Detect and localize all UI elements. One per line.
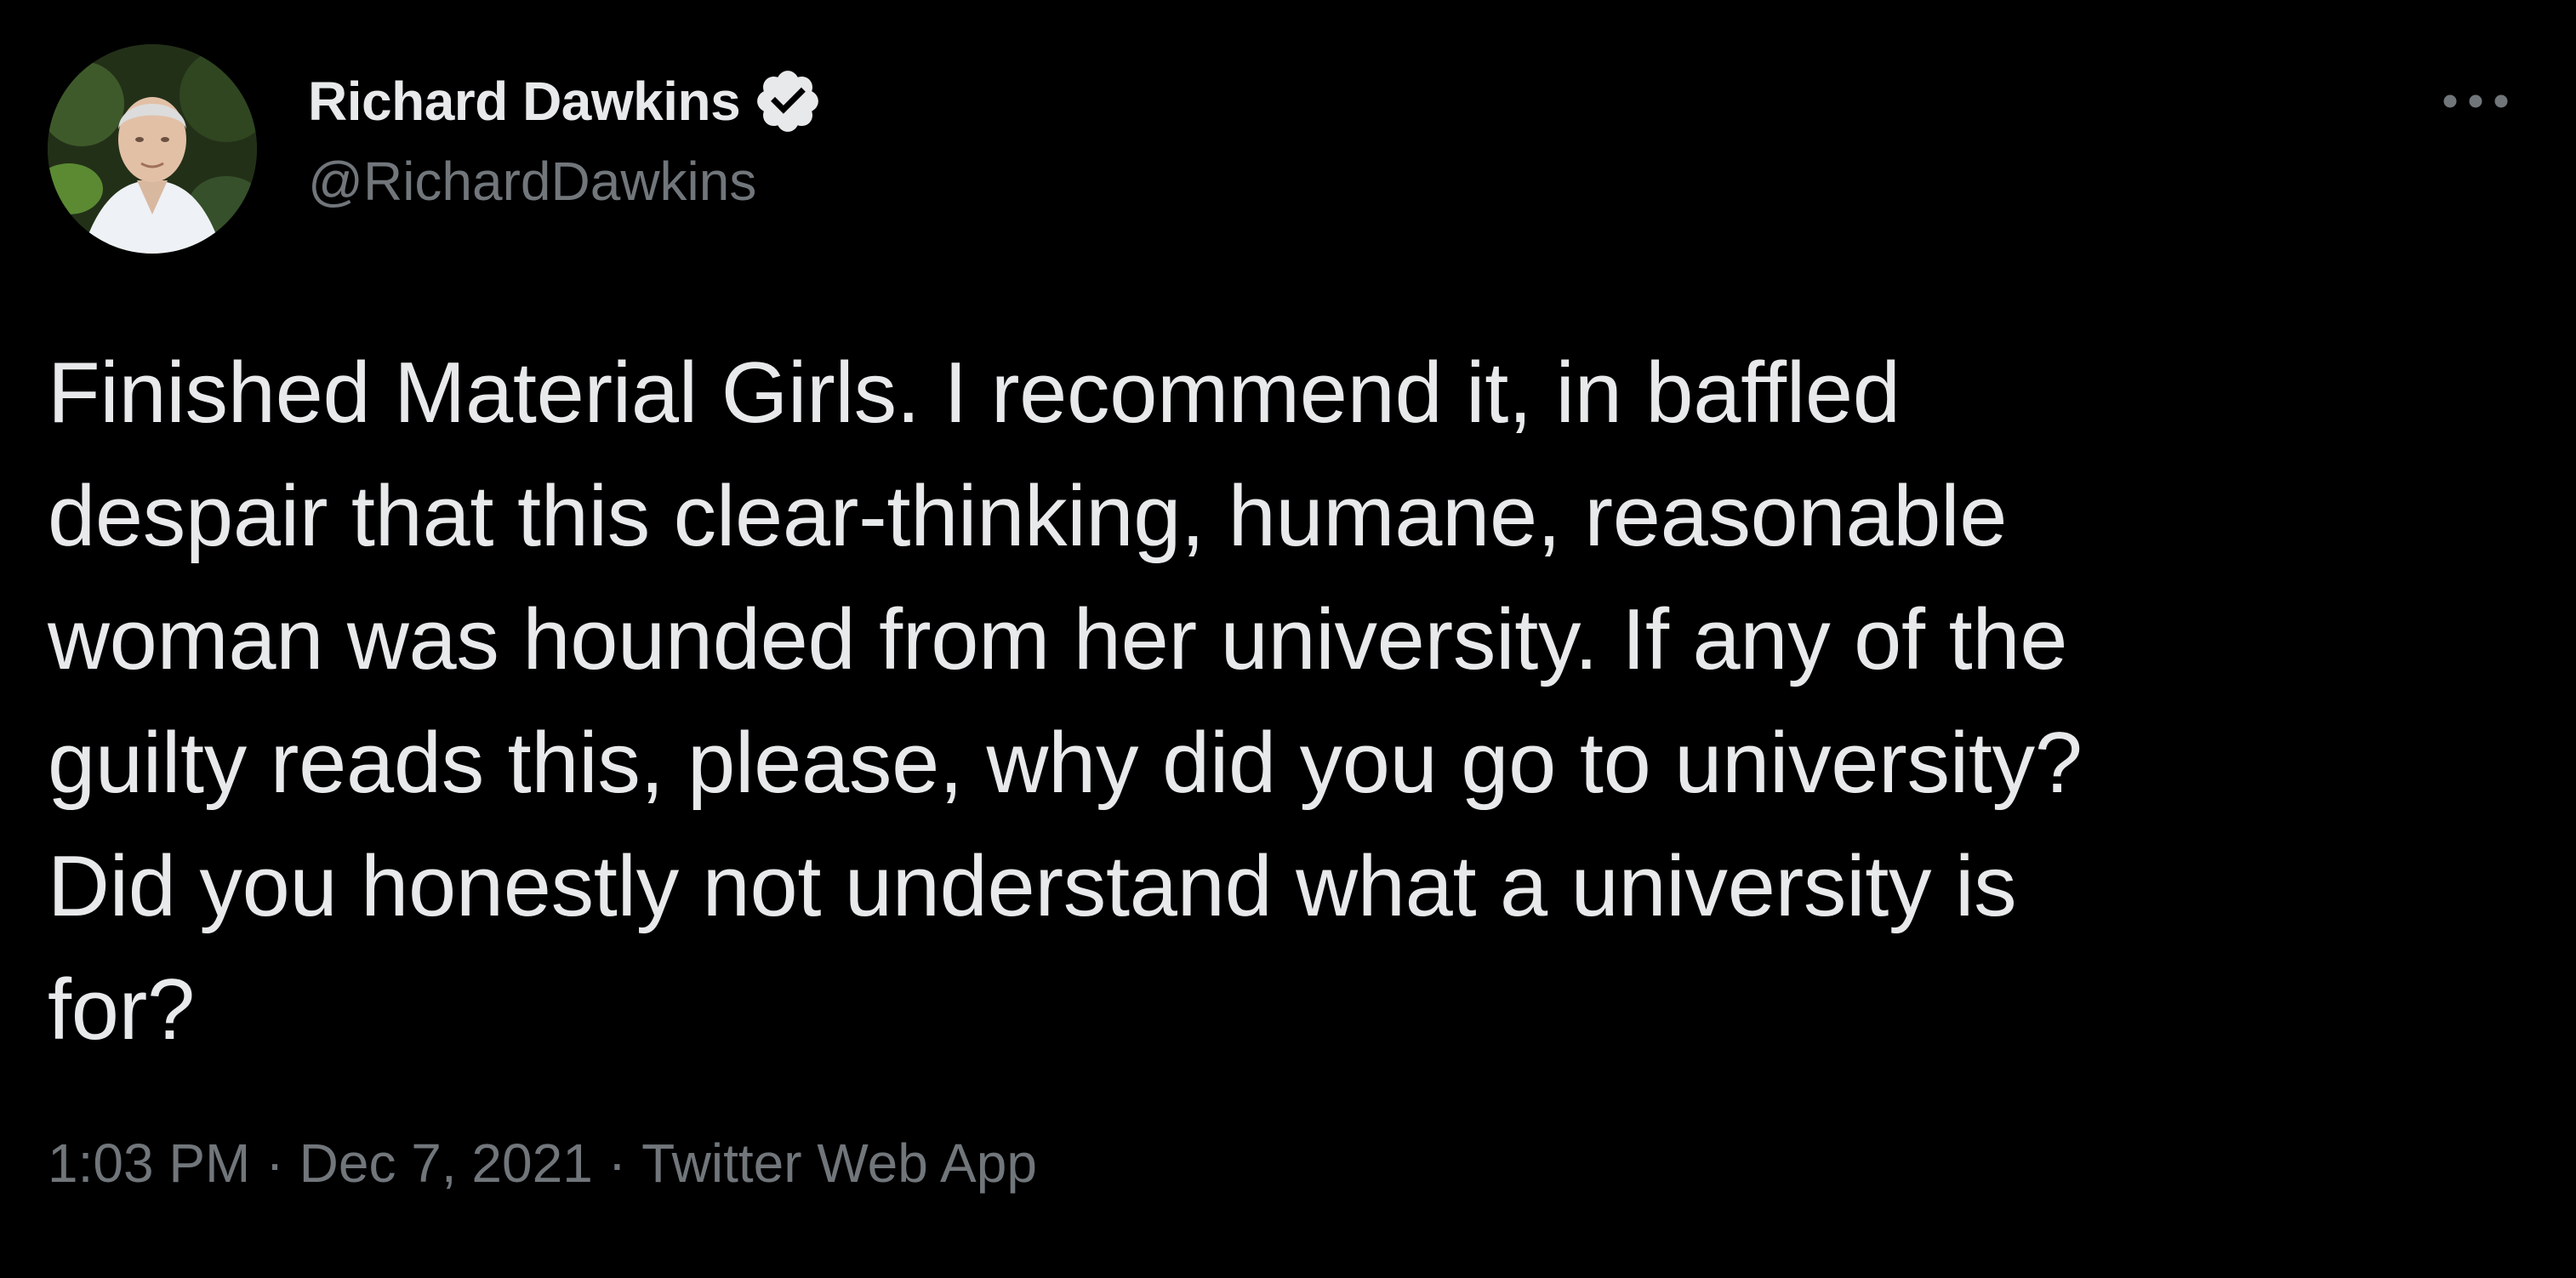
- avatar-photo-icon: [48, 44, 257, 254]
- more-options-icon: [2443, 94, 2508, 108]
- meta-separator: ·: [607, 1133, 627, 1194]
- tweet-text-line: guilty reads this, please, why did you g…: [48, 716, 2083, 811]
- tweet-text-line: Did you honestly not understand what a u…: [48, 839, 2017, 934]
- author-display-name[interactable]: Richard Dawkins: [308, 70, 741, 133]
- tweet-time[interactable]: 1:03 PM: [48, 1132, 250, 1195]
- author-name-row[interactable]: Richard Dawkins: [308, 63, 824, 140]
- avatar[interactable]: [48, 44, 257, 254]
- tweet-text: Finished Material Girls. I recommend it,…: [48, 332, 2481, 1072]
- meta-separator: ·: [265, 1133, 284, 1194]
- author-handle[interactable]: @RichardDawkins: [308, 150, 756, 213]
- tweet-text-line: for?: [48, 962, 195, 1058]
- tweet-text-line: despair that this clear-thinking, humane…: [48, 469, 2008, 564]
- tweet-date[interactable]: Dec 7, 2021: [299, 1132, 593, 1195]
- more-options-button[interactable]: [2433, 71, 2518, 131]
- tweet-source[interactable]: Twitter Web App: [641, 1132, 1037, 1195]
- tweet-card: Richard Dawkins @RichardDawkins Finished…: [0, 0, 2576, 1278]
- tweet-text-line: woman was hounded from her university. I…: [48, 592, 2068, 687]
- tweet-text-line: Finished Material Girls. I recommend it,…: [48, 345, 1901, 441]
- verified-badge-icon: [752, 66, 824, 137]
- tweet-metadata: 1:03 PM · Dec 7, 2021 · Twitter Web App: [48, 1132, 1037, 1195]
